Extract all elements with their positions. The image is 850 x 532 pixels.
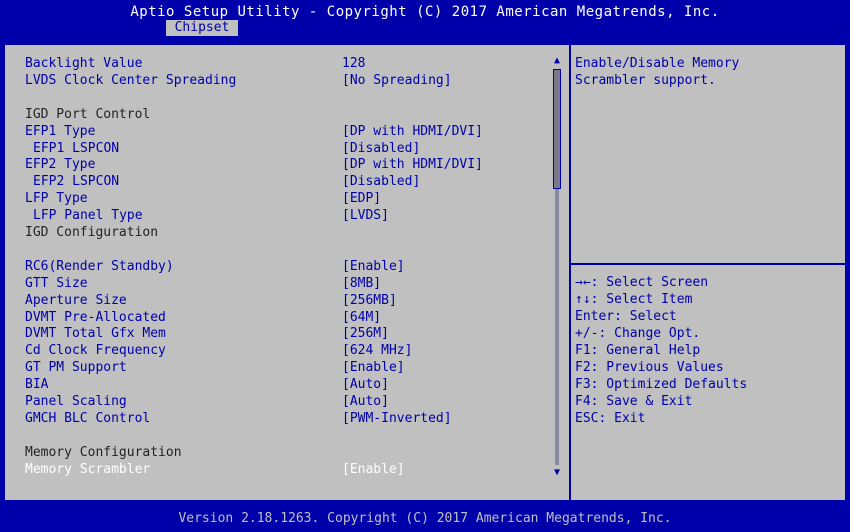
setting-row[interactable]: EFP2 LSPCON <box>33 174 119 190</box>
setting-value[interactable]: [DP with HDMI/DVI] <box>342 157 483 173</box>
setting-value[interactable]: [Enable] <box>342 462 405 478</box>
setting-label: Memory Scrambler <box>25 461 151 477</box>
setting-value[interactable]: [No Spreading] <box>342 73 452 89</box>
setting-value[interactable]: [Disabled] <box>342 174 420 190</box>
setting-value[interactable]: [Auto] <box>342 394 389 410</box>
setting-value[interactable]: [DP with HDMI/DVI] <box>342 124 483 140</box>
setting-value[interactable]: [624 MHz] <box>342 343 412 359</box>
setting-value[interactable]: [Enable] <box>342 259 405 275</box>
setting-label: LFP Panel Type <box>33 208 143 224</box>
setting-label: EFP2 Type <box>25 157 96 173</box>
scroll-thumb[interactable] <box>553 69 561 189</box>
section-header-label: IGD Port Control <box>25 106 151 122</box>
setting-row[interactable]: LVDS Clock Center Spreading <box>25 73 236 89</box>
main-panel: Backlight Value 128 LVDS Clock Center Spre… <box>4 44 846 501</box>
setting-value[interactable]: [8MB] <box>342 276 381 292</box>
setting-row[interactable]: GT PM Support <box>25 360 127 376</box>
key-help-item: F2: Previous Values <box>575 360 724 375</box>
setting-value[interactable]: [64M] <box>342 310 381 326</box>
key-help-item: F4: Save & Exit <box>575 394 693 409</box>
panel-divider <box>569 45 571 500</box>
setting-value[interactable]: [Enable] <box>342 360 405 376</box>
setting-value[interactable]: [Auto] <box>342 377 389 393</box>
section-header: IGD Configuration <box>25 225 158 241</box>
setting-row[interactable]: LFP Panel Type <box>33 208 143 224</box>
setting-value[interactable]: [256M] <box>342 326 389 342</box>
setting-row[interactable]: Backlight Value <box>25 56 142 72</box>
setting-label: GMCH BLC Control <box>25 410 151 426</box>
key-help-item: Enter: Select <box>575 309 677 324</box>
setting-label: BIA <box>25 377 49 393</box>
setting-label: EFP2 LSPCON <box>33 174 120 190</box>
setting-row[interactable]: LFP Type <box>25 191 88 207</box>
section-header-label: IGD Configuration <box>25 225 159 240</box>
help-text: Enable/Disable Memory Scrambler support. <box>575 56 740 88</box>
section-header: Memory Configuration <box>25 445 182 461</box>
setting-label: LFP Type <box>25 191 88 207</box>
setting-row[interactable]: DVMT Pre-Allocated <box>25 310 166 326</box>
setting-row[interactable]: EFP2 Type <box>25 157 95 173</box>
setting-value[interactable]: 128 <box>342 56 365 72</box>
tab-chipset[interactable]: Chipset <box>166 20 238 36</box>
setting-label: Panel Scaling <box>25 394 127 409</box>
key-help-item: F1: General Help <box>575 343 701 358</box>
setting-row[interactable]: Memory Scrambler <box>25 462 150 478</box>
setting-label: GTT Size <box>25 275 88 291</box>
scrollbar[interactable]: ▲ ▼ <box>551 55 563 479</box>
setting-value[interactable]: [PWM-Inverted] <box>342 411 452 427</box>
setting-value[interactable]: [Disabled] <box>342 141 420 157</box>
setting-row[interactable]: RC6(Render Standby) <box>25 259 174 275</box>
setting-row[interactable]: GTT Size <box>25 276 88 292</box>
setting-label: DVMT Pre-Allocated <box>25 309 166 325</box>
key-help-item: →←: Select Screen <box>575 275 709 290</box>
setting-label: GT PM Support <box>25 360 127 376</box>
setting-row[interactable]: Panel Scaling <box>25 394 127 410</box>
setting-label: Backlight Value <box>25 56 143 71</box>
setting-row[interactable]: DVMT Total Gfx Mem <box>25 326 166 342</box>
setting-label: Aperture Size <box>25 292 127 308</box>
footer-bar: Version 2.18.1263. Copyright (C) 2017 Am… <box>0 508 850 532</box>
setting-value[interactable]: [EDP] <box>342 191 381 207</box>
scroll-up-arrow-icon[interactable]: ▲ <box>551 55 563 67</box>
setting-label: RC6(Render Standby) <box>25 258 174 274</box>
key-help-item: ↑↓: Select Item <box>575 292 693 307</box>
help-separator <box>571 263 845 265</box>
setting-label: EFP1 Type <box>25 123 96 139</box>
setting-label: LVDS Clock Center Spreading <box>25 72 237 88</box>
setting-row[interactable]: Cd Clock Frequency <box>25 343 166 359</box>
setting-row[interactable]: EFP1 LSPCON <box>33 141 119 157</box>
app-title: Aptio Setup Utility - Copyright (C) 2017… <box>130 4 720 20</box>
setting-label: EFP1 LSPCON <box>33 140 120 156</box>
key-help-item: +/-: Change Opt. <box>575 326 701 341</box>
setting-row[interactable]: Aperture Size <box>25 293 127 309</box>
key-help-list: →←: Select Screen ↑↓: Select Item Enter: S… <box>575 274 747 427</box>
scroll-down-arrow-icon[interactable]: ▼ <box>551 467 563 479</box>
setting-label: DVMT Total Gfx Mem <box>25 326 166 342</box>
setting-value[interactable]: [256MB] <box>342 293 397 309</box>
key-help-item: F3: Optimized Defaults <box>575 377 748 392</box>
setting-row[interactable]: BIA <box>25 377 48 393</box>
section-header-label: Memory Configuration <box>25 444 182 460</box>
header-bar: Aptio Setup Utility - Copyright (C) 2017… <box>0 0 850 36</box>
setting-label: Cd Clock Frequency <box>25 343 166 359</box>
version-text: Version 2.18.1263. Copyright (C) 2017 Am… <box>178 511 672 526</box>
key-help-item: ESC: Exit <box>575 411 646 426</box>
section-header: IGD Port Control <box>25 107 150 123</box>
setting-value[interactable]: [LVDS] <box>342 208 389 224</box>
setting-row[interactable]: GMCH BLC Control <box>25 411 150 427</box>
setting-row[interactable]: EFP1 Type <box>25 124 95 140</box>
